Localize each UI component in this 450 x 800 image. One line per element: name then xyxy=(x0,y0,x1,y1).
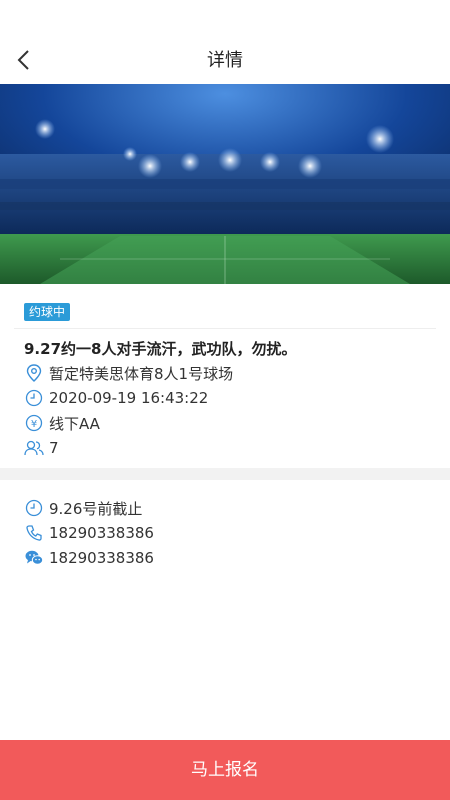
datetime-text: 2020-09-19 16:43:22 xyxy=(49,389,209,407)
wechat-row[interactable]: 18290338386 xyxy=(24,546,154,570)
page-title: 详情 xyxy=(207,50,243,71)
payment-row: ¥ 线下AA xyxy=(24,411,100,435)
location-text: 暂定特美思体育8人1号球场 xyxy=(49,364,234,383)
location-row: 暂定特美思体育8人1号球场 xyxy=(24,361,233,385)
payment-text: 线下AA xyxy=(49,414,100,433)
phone-number[interactable]: 18290338386 xyxy=(49,524,154,542)
divider xyxy=(14,328,436,329)
clock-icon xyxy=(24,388,44,408)
status-badge: 约球中 xyxy=(24,303,71,321)
yuan-icon: ¥ xyxy=(24,413,44,433)
datetime-row: 2020-09-19 16:43:22 xyxy=(24,386,208,410)
event-title: 9.27约一8人对手流汗，武功队，勿扰。 xyxy=(24,340,297,358)
wechat-icon xyxy=(24,548,44,568)
stadium-banner-image xyxy=(0,84,450,284)
top-bar: 详情 xyxy=(0,0,450,84)
people-icon xyxy=(24,438,44,458)
deadline-row: 9.26号前截止 xyxy=(24,496,142,520)
wechat-id[interactable]: 18290338386 xyxy=(49,549,154,567)
phone-icon xyxy=(24,523,44,543)
signup-button[interactable]: 马上报名 xyxy=(0,740,450,800)
people-row: 7 xyxy=(24,436,59,460)
section-divider xyxy=(0,468,450,480)
clock-icon xyxy=(24,498,44,518)
people-count: 7 xyxy=(49,439,59,457)
location-pin-icon xyxy=(24,363,44,383)
deadline-text: 9.26号前截止 xyxy=(49,499,143,518)
svg-text:¥: ¥ xyxy=(31,419,37,430)
phone-row[interactable]: 18290338386 xyxy=(24,521,154,545)
